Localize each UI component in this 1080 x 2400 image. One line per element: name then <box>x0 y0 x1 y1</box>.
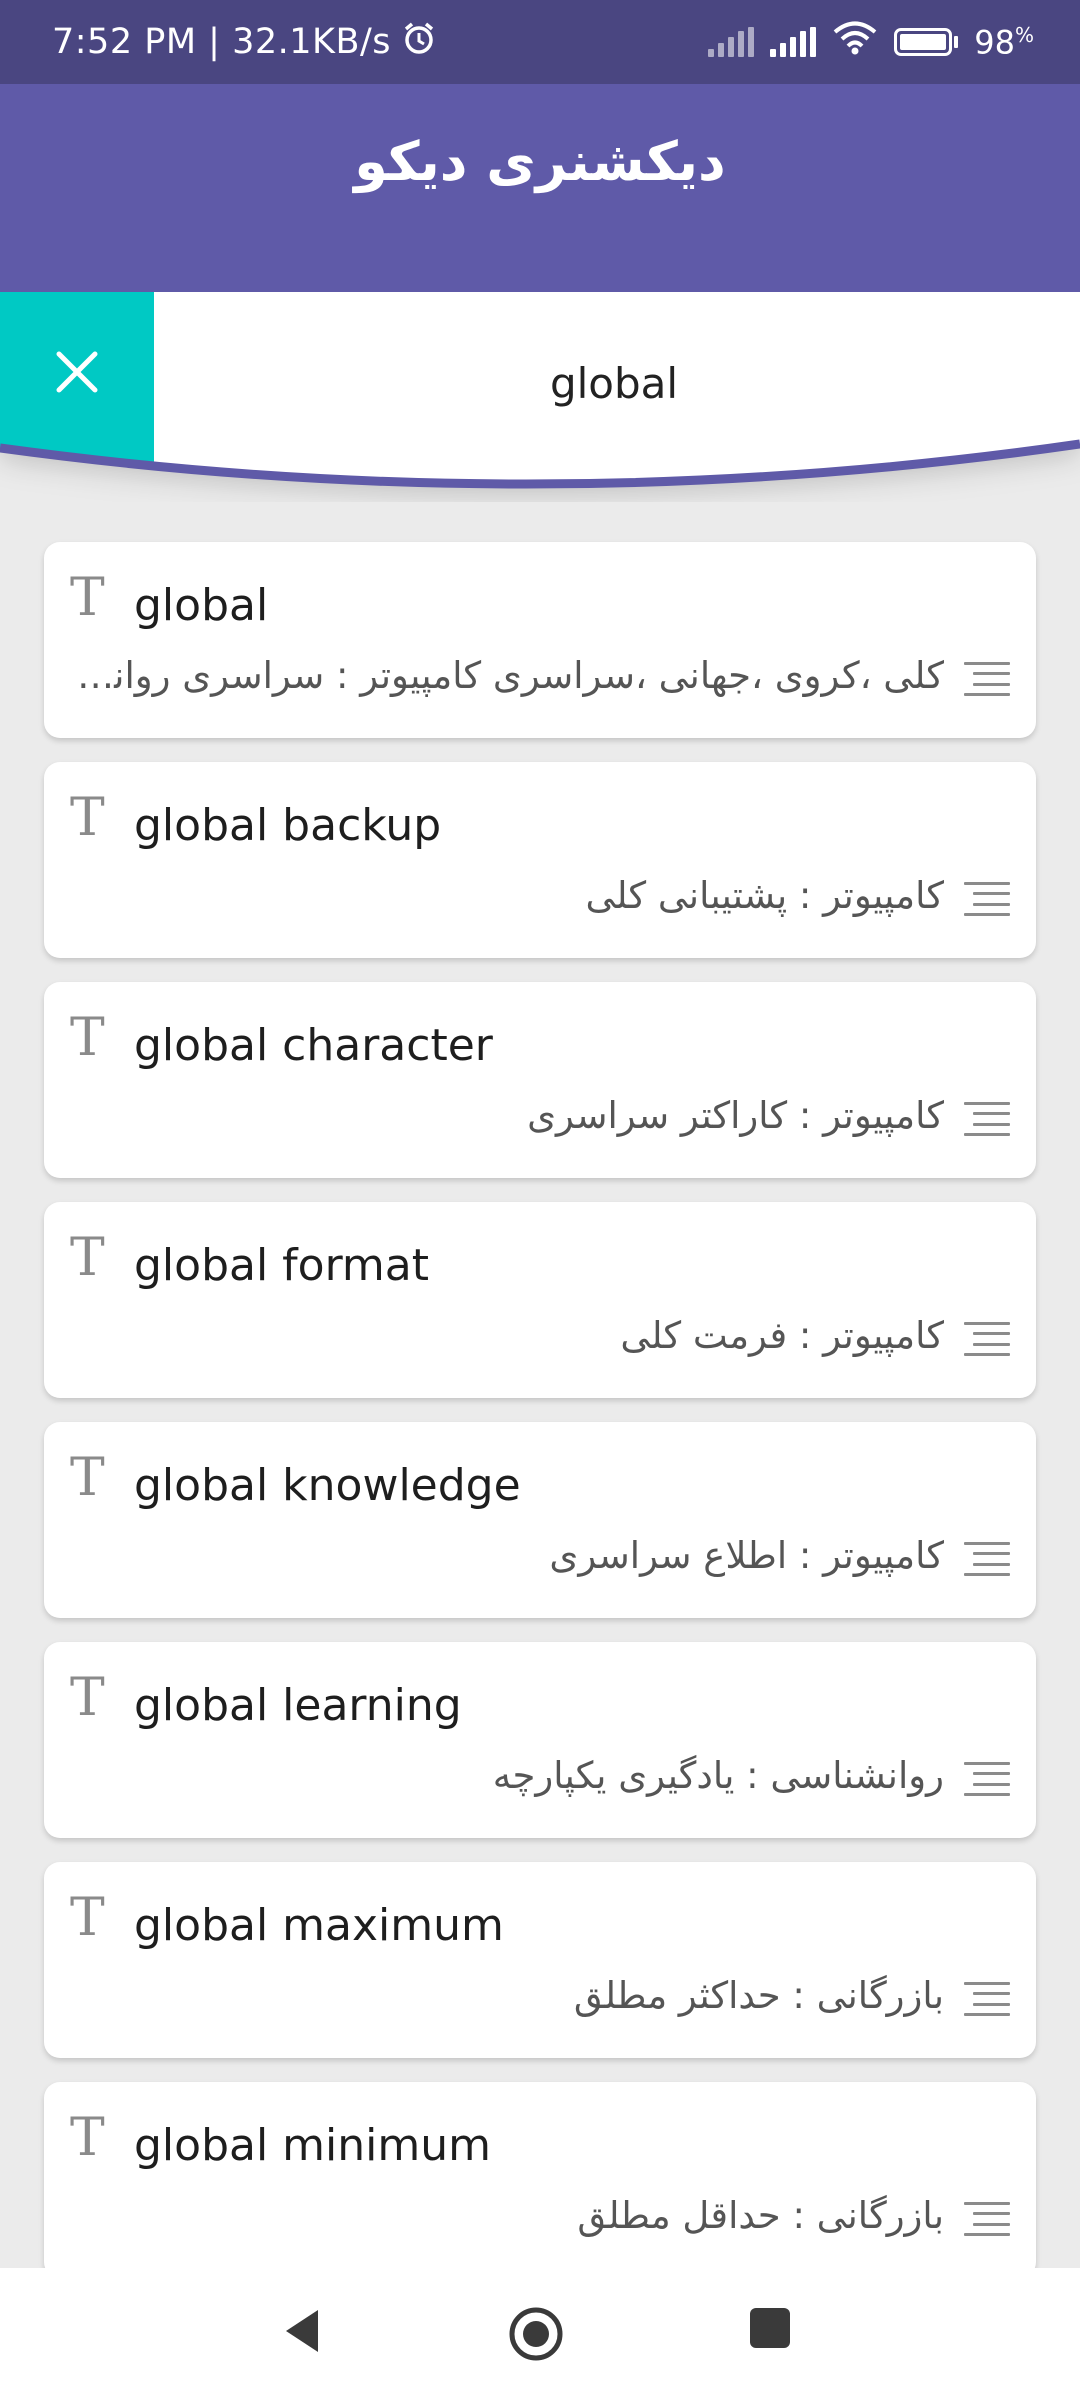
list-item[interactable]: T global character کامپیوتر : کاراکتر سر… <box>44 982 1036 1178</box>
meaning-icon <box>964 1102 1010 1136</box>
text-icon: T <box>70 1668 105 1728</box>
result-word: global minimum <box>134 2120 491 2171</box>
meaning-icon <box>964 662 1010 696</box>
signal-sim2-icon <box>708 27 755 57</box>
home-icon[interactable] <box>508 2306 564 2366</box>
list-item[interactable]: T global minimum بازرگانی : حداقل مطلق <box>44 2082 1036 2278</box>
result-word: global knowledge <box>134 1460 521 1511</box>
result-meaning: کلی ،کروی ،جهانی ،سراسری کامپیوتر : سراس… <box>64 654 944 697</box>
result-meaning: کامپیوتر : فرمت کلی <box>620 1314 944 1357</box>
battery-percent: 98% <box>974 22 1034 62</box>
results-list: T global کلی ،کروی ،جهانی ،سراسری کامپیو… <box>44 542 1036 2302</box>
app-bar: دیکشنری دیکو <box>0 84 1080 292</box>
list-item[interactable]: T global knowledge کامپیوتر : اطلاع سراس… <box>44 1422 1036 1618</box>
meaning-icon <box>964 1542 1010 1576</box>
meaning-icon <box>964 1322 1010 1356</box>
meaning-icon <box>964 1982 1010 2016</box>
search-input[interactable] <box>154 332 1074 434</box>
result-meaning: کامپیوتر : کاراکتر سراسری <box>527 1094 944 1137</box>
wifi-icon <box>832 21 878 63</box>
result-meaning: بازرگانی : حداکثر مطلق <box>573 1974 944 2017</box>
list-item[interactable]: T global learning روانشناسی : یادگیری یک… <box>44 1642 1036 1838</box>
result-word: global character <box>134 1020 493 1071</box>
text-icon: T <box>70 788 105 848</box>
result-word: global maximum <box>134 1900 504 1951</box>
result-word: global format <box>134 1240 429 1291</box>
back-icon[interactable] <box>282 2306 322 2360</box>
text-icon: T <box>70 1888 105 1948</box>
text-icon: T <box>70 1008 105 1068</box>
list-item[interactable]: T global backup کامپیوتر : پشتیبانی کلی <box>44 762 1036 958</box>
result-meaning: کامپیوتر : اطلاع سراسری <box>549 1534 944 1577</box>
result-word: global backup <box>134 800 442 851</box>
result-meaning: کامپیوتر : پشتیبانی کلی <box>585 874 944 917</box>
text-icon: T <box>70 1448 105 1508</box>
status-bar: 7:52 PM | 32.1KB/s 98% <box>0 0 1080 84</box>
text-icon: T <box>70 568 105 628</box>
list-item[interactable]: T global کلی ،کروی ،جهانی ،سراسری کامپیو… <box>44 542 1036 738</box>
close-icon <box>56 351 98 393</box>
list-item[interactable]: T global maximum بازرگانی : حداکثر مطلق <box>44 1862 1036 2058</box>
meaning-icon <box>964 1762 1010 1796</box>
result-word: global learning <box>134 1680 462 1731</box>
result-meaning: بازرگانی : حداقل مطلق <box>577 2194 944 2237</box>
result-meaning: روانشناسی : یادگیری یکپارچه <box>492 1754 944 1797</box>
alarm-icon <box>401 20 437 65</box>
status-time-speed: 7:52 PM | 32.1KB/s <box>52 22 391 62</box>
signal-sim1-icon <box>770 27 817 57</box>
meaning-icon <box>964 2202 1010 2236</box>
list-item[interactable]: T global format کامپیوتر : فرمت کلی <box>44 1202 1036 1398</box>
meaning-icon <box>964 882 1010 916</box>
system-nav-bar <box>0 2268 1080 2400</box>
result-word: global <box>134 580 269 631</box>
page-title: دیکشنری دیکو <box>354 130 726 193</box>
search-bar <box>0 292 1080 502</box>
text-icon: T <box>70 1228 105 1288</box>
text-icon: T <box>70 2108 105 2168</box>
recents-icon[interactable] <box>748 2306 792 2354</box>
battery-icon <box>894 28 959 56</box>
clear-search-button[interactable] <box>0 292 154 452</box>
